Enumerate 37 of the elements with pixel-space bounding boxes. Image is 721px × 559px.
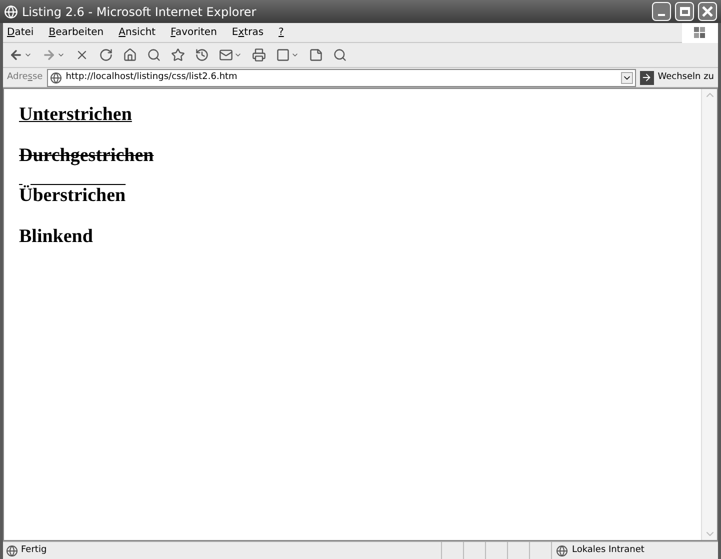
heading: Unterstrichen	[19, 103, 132, 127]
heading: Blinkend	[19, 224, 93, 248]
refresh-icon[interactable]	[99, 48, 113, 62]
printer-icon[interactable]	[252, 48, 266, 62]
menu-item[interactable]: Extras	[232, 25, 264, 40]
menu-item[interactable]: Datei	[7, 25, 34, 40]
go-button[interactable]: Wechseln zu	[636, 70, 718, 84]
address-field[interactable]: http://localhost/listings/css/list2.6.htm	[46, 68, 636, 86]
mail-icon[interactable]	[219, 48, 233, 62]
search-icon[interactable]	[147, 48, 161, 62]
page-icon	[50, 72, 62, 84]
close-button[interactable]	[698, 2, 717, 21]
magnifier-icon[interactable]	[333, 48, 347, 62]
maximize-button[interactable]	[675, 2, 694, 21]
page-icon	[6, 544, 18, 556]
menu-item[interactable]: ?	[278, 25, 284, 40]
menu-item[interactable]: Bearbeiten	[48, 25, 104, 40]
star-icon[interactable]	[171, 48, 185, 62]
dropdown-icon[interactable]	[620, 72, 633, 84]
browser-icon	[4, 4, 18, 18]
history-icon[interactable]	[195, 48, 209, 62]
minimize-button[interactable]	[652, 2, 671, 21]
address-label[interactable]: Adresse	[3, 70, 47, 84]
intranet-icon	[556, 544, 568, 556]
menu-item[interactable]: Favoriten	[170, 25, 217, 40]
zone-text: Lokales Intranet	[572, 544, 644, 557]
arrow-icon	[641, 72, 652, 83]
status-text: Fertig	[21, 544, 48, 557]
note-icon[interactable]	[309, 48, 323, 62]
home-icon[interactable]	[123, 48, 137, 62]
menu-item[interactable]: Ansicht	[118, 25, 156, 40]
heading: Durchgestrichen	[19, 144, 154, 168]
heading: Überstrichen	[19, 184, 126, 208]
window-title: Listing 2.6 - Microsoft Internet Explorer	[22, 4, 258, 20]
stop-icon[interactable]	[75, 48, 89, 62]
close-icon	[702, 6, 713, 17]
windows-logo-icon	[693, 26, 707, 40]
